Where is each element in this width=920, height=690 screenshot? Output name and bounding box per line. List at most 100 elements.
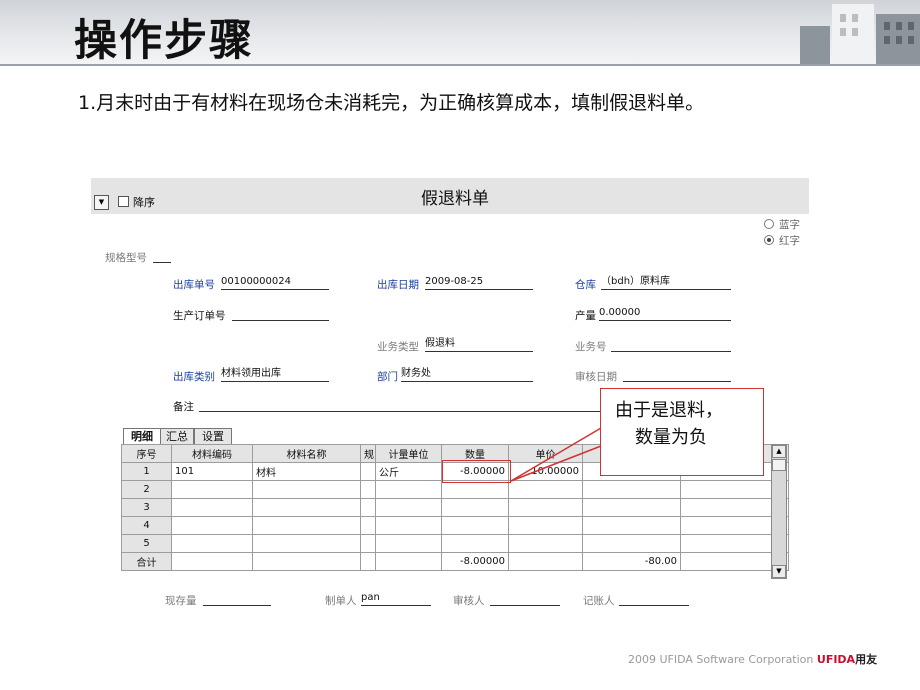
quantity-cell[interactable] (441, 516, 509, 535)
quantity-cell[interactable] (441, 480, 509, 499)
spec-cell[interactable] (360, 516, 376, 535)
window-shape (852, 28, 858, 36)
table-row[interactable]: 3 (121, 498, 789, 517)
column-header[interactable]: 序号 (121, 444, 172, 463)
biz-no-label: 业务号 (575, 341, 607, 353)
unit-price-cell[interactable] (508, 498, 583, 517)
sort-desc-checkbox[interactable] (118, 196, 129, 207)
tab-settings[interactable]: 设置 (194, 428, 232, 444)
material-code-cell[interactable]: 101 (171, 462, 253, 481)
tab-detail[interactable]: 明细 (123, 428, 161, 444)
spec-cell[interactable] (360, 462, 376, 481)
row-number: 4 (121, 516, 172, 535)
material-name-cell[interactable] (252, 516, 361, 535)
remark-field[interactable] (199, 398, 611, 412)
spec-label: 规格型号 (105, 252, 147, 264)
spec-cell[interactable] (360, 480, 376, 499)
material-code-cell[interactable] (171, 516, 253, 535)
unit-cell[interactable] (375, 498, 442, 517)
callout-line-2: 数量为负 (635, 427, 707, 448)
table-row[interactable]: 5 (121, 534, 789, 553)
form-toolbar: ▼ 降序 假退料单 (91, 178, 809, 214)
warehouse-label: 仓库 (575, 279, 596, 291)
unit-price-cell[interactable] (508, 516, 583, 535)
out-date-label: 出库日期 (377, 279, 419, 291)
material-return-form: ▼ 降序 假退料单 蓝字 红字 规格型号 出库单号 00100000024 出库… (91, 178, 809, 607)
out-no-field[interactable]: 00100000024 (221, 276, 329, 290)
unit-price-cell[interactable] (508, 534, 583, 553)
total-cell (375, 552, 442, 571)
maker-field[interactable]: pan (361, 592, 431, 606)
slide-footer: 2009 UFIDA Software Corporation UFIDA用友 (628, 651, 877, 667)
total-cell (508, 552, 583, 571)
column-header[interactable]: 规 (360, 444, 376, 463)
material-code-cell[interactable] (171, 534, 253, 553)
warehouse-field[interactable]: （bdh）原料库 (601, 276, 731, 290)
total-quantity: -8.00000 (441, 552, 509, 571)
unit-cell[interactable] (375, 480, 442, 499)
radio-blue-label: 蓝字 (779, 219, 800, 231)
biz-no-field[interactable] (611, 338, 731, 352)
spec-cell[interactable] (360, 534, 376, 553)
unit-cell[interactable]: 公斤 (375, 462, 442, 481)
amount-cell[interactable] (582, 498, 681, 517)
column-header[interactable]: 计量单位 (375, 444, 442, 463)
quantity-highlight-box (442, 460, 511, 483)
output-field[interactable]: 0.00000 (599, 307, 731, 321)
amount-cell[interactable] (582, 534, 681, 553)
out-date-field[interactable]: 2009-08-25 (425, 276, 533, 290)
window-shape (884, 22, 890, 30)
material-code-cell[interactable] (171, 480, 253, 499)
material-name-cell[interactable]: 材料 (252, 462, 361, 481)
table-scrollbar[interactable]: ▲ ▼ (771, 444, 787, 579)
total-cell (171, 552, 253, 571)
material-name-cell[interactable] (252, 498, 361, 517)
tab-summary[interactable]: 汇总 (160, 428, 194, 444)
radio-blue[interactable] (764, 219, 774, 229)
unit-cell[interactable] (375, 516, 442, 535)
unit-cell[interactable] (375, 534, 442, 553)
spec-field[interactable] (153, 249, 171, 263)
unit-price-cell[interactable] (508, 480, 583, 499)
out-no-label: 出库单号 (173, 279, 215, 291)
prod-order-field[interactable] (232, 307, 329, 321)
material-name-cell[interactable] (252, 534, 361, 553)
scroll-down-arrow-icon[interactable]: ▼ (772, 565, 786, 578)
window-shape (896, 36, 902, 44)
output-label: 产量 (575, 310, 596, 322)
scroll-thumb[interactable] (772, 459, 786, 471)
unit-price-cell[interactable]: 10.00000 (508, 462, 583, 481)
total-row: 合计 -8.00000 -80.00 (121, 552, 789, 571)
out-cat-field[interactable]: 材料领用出库 (221, 368, 329, 382)
radio-red[interactable] (764, 235, 774, 245)
dept-field[interactable]: 财务处 (401, 368, 533, 382)
spec-cell[interactable] (360, 498, 376, 517)
slide-intro-text: 1.月末时由于有材料在现场仓未消耗完，为正确核算成本，填制假退料单。 (78, 92, 705, 114)
column-header[interactable]: 材料名称 (252, 444, 361, 463)
audit-date-field[interactable] (623, 368, 731, 382)
total-cell (252, 552, 361, 571)
auditor-field[interactable] (490, 592, 560, 606)
bookkeeper-field[interactable] (619, 592, 689, 606)
scroll-up-arrow-icon[interactable]: ▲ (772, 445, 786, 458)
row-number: 1 (121, 462, 172, 481)
table-row[interactable]: 2 (121, 480, 789, 499)
biz-type-field[interactable]: 假退料 (425, 338, 533, 352)
dept-label: 部门 (377, 371, 398, 383)
amount-cell[interactable] (582, 516, 681, 535)
column-header[interactable]: 材料编码 (171, 444, 253, 463)
material-name-cell[interactable] (252, 480, 361, 499)
quantity-cell[interactable] (441, 498, 509, 517)
window-shape (896, 22, 902, 30)
window-shape (840, 14, 846, 22)
column-header[interactable]: 单价 (508, 444, 583, 463)
material-code-cell[interactable] (171, 498, 253, 517)
dropdown-button[interactable]: ▼ (94, 195, 109, 210)
window-shape (840, 28, 846, 36)
amount-cell[interactable] (582, 480, 681, 499)
stock-label: 现存量 (165, 595, 197, 607)
table-row[interactable]: 4 (121, 516, 789, 535)
stock-field[interactable] (203, 592, 271, 606)
quantity-cell[interactable] (441, 534, 509, 553)
row-number: 2 (121, 480, 172, 499)
